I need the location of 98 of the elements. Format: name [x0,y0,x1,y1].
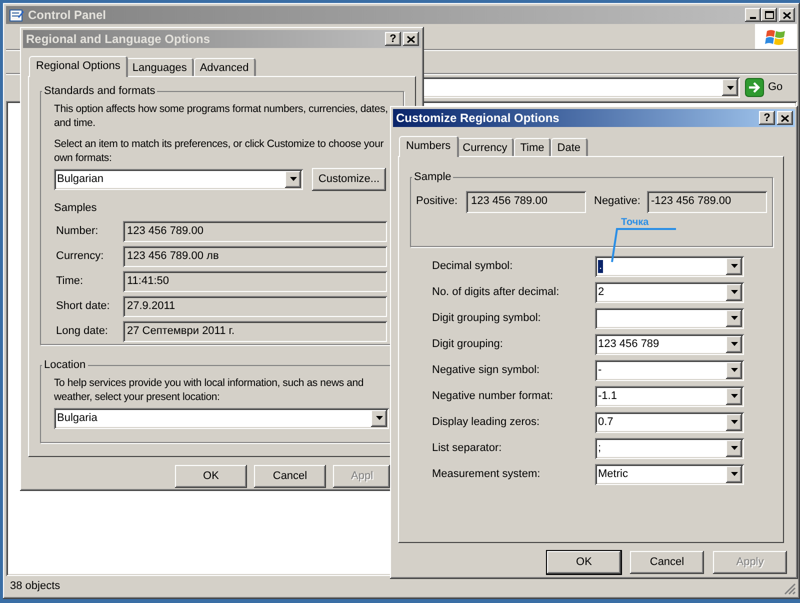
setting-label: Negative number format: [432,388,554,404]
caret-icon [730,472,738,476]
sample-value-field: 123 456 789.00 лв [123,246,387,267]
dropdown-field[interactable]: ; [595,438,744,458]
help-button[interactable]: ? [759,111,775,125]
setting-label: Digit grouping symbol: [432,310,542,326]
group-title: Standards and formats [43,84,156,99]
description-text: To help services provide you with local information, such as news and weather, select your present location: [54,376,365,404]
close-icon [783,12,791,18]
window-title: Regional and Language Options [26,31,210,48]
annotation-text: Точка [621,216,649,230]
maximize-icon [764,11,774,19]
caret-icon [726,86,734,90]
tab[interactable]: Numbers [399,136,459,157]
caret-icon [730,394,738,398]
sample-value-field: 11:41:50 [123,271,387,292]
dropdown-button[interactable] [726,310,742,326]
caret-icon [730,368,738,372]
sample-label: Positive: [416,194,459,210]
dropdown-button[interactable] [726,414,742,430]
caret-icon [730,446,738,450]
minimize-button[interactable] [745,8,761,22]
help-button[interactable]: ? [385,32,401,46]
tab[interactable]: Time [514,138,552,156]
resize-grip-icon [784,583,796,595]
dropdown-button[interactable] [722,79,738,96]
setting-label: Display leading zeros: [432,414,541,430]
sample-label: Time: [56,274,84,290]
sample-value-field: 123 456 789.00 [123,221,387,242]
caret-icon [290,177,296,181]
dropdown-field[interactable]: 2 [595,282,744,302]
setting-label: No. of digits after decimal: [432,284,560,300]
sample-label: Short date: [56,299,111,314]
section-label: Samples [54,200,98,216]
dropdown-button[interactable] [726,258,742,274]
dropdown-button[interactable] [371,410,387,426]
dropdown-field[interactable]: -1.1 [595,386,744,406]
sample-value-field: -123 456 789.00 [647,190,767,212]
setting-label: Digit grouping: [432,336,504,352]
sample-value-field: 123 456 789.00 [466,190,586,212]
status-text: 38 objects [10,579,60,594]
dropdown-button[interactable] [726,284,742,300]
group-title: Sample [413,170,452,185]
minimize-icon [750,17,756,19]
sample-label: Currency: [56,249,105,264]
sample-label: Negative: [594,194,642,210]
dialog-button[interactable]: Cancel [630,551,704,574]
window-title: Control Panel [28,7,106,24]
description-text: This option affects how some programs format numbers, currencies, dates, and time. [54,102,389,130]
sample-value-field: 27.9.2011 [123,296,387,317]
caret-icon [730,420,738,424]
prompt-text: Select an item to match its preferences, or click Customize to choose your own formats: [54,136,385,164]
tab[interactable]: Currency [456,138,514,156]
sample-label: Number: [56,224,100,240]
dropdown-button[interactable] [726,362,742,378]
caret-icon [730,264,738,268]
close-button[interactable] [779,8,795,22]
close-icon [781,114,789,122]
caret-icon [376,416,382,420]
dropdown-field[interactable]: Metric [595,464,744,484]
dropdown-field[interactable]: . [595,256,744,276]
setting-label: List separator: [432,440,503,456]
close-button[interactable] [403,32,419,46]
sample-value-field: 27 Септември 2011 г. [123,321,387,342]
dropdown-field[interactable]: 123 456 789 [595,334,744,354]
caret-icon [730,316,738,320]
sample-label: Long date: [56,324,109,340]
dropdown-button[interactable] [726,466,742,482]
tab[interactable]: Languages [126,58,194,76]
dropdown-button[interactable] [285,170,301,188]
customize-button[interactable]: Customize... [312,168,386,190]
dropdown-field[interactable]: Bulgarian [54,168,303,190]
setting-label: Measurement system: [432,466,542,482]
flag-logo-icon [765,28,787,46]
dialog-button[interactable]: OK [175,465,247,488]
dropdown-button[interactable] [726,336,742,352]
dropdown-field[interactable]: - [595,360,744,380]
maximize-button[interactable] [761,8,777,22]
caret-icon [730,290,738,294]
close-icon [407,36,415,42]
setting-label: Decimal symbol: [432,258,514,274]
dropdown-button[interactable] [726,440,742,456]
caret-icon [730,342,738,346]
dialog-button[interactable]: Cancel [254,465,326,488]
window-title: Customize Regional Options [396,110,560,127]
dropdown-field[interactable] [595,308,744,328]
tab[interactable]: Regional Options [29,56,128,77]
tab[interactable]: Advanced [194,58,256,76]
leader-line [610,227,677,264]
dropdown-field[interactable]: Bulgaria [54,408,389,428]
dialog-button[interactable]: OK [547,551,621,574]
group-title: Location [43,358,87,373]
tab[interactable]: Date [551,138,588,156]
dropdown-button[interactable] [726,388,742,404]
setting-label: Negative sign symbol: [432,362,541,378]
close-button[interactable] [777,111,793,125]
go-button[interactable]: Go [743,76,791,98]
dropdown-field[interactable]: 0.7 [595,412,744,432]
